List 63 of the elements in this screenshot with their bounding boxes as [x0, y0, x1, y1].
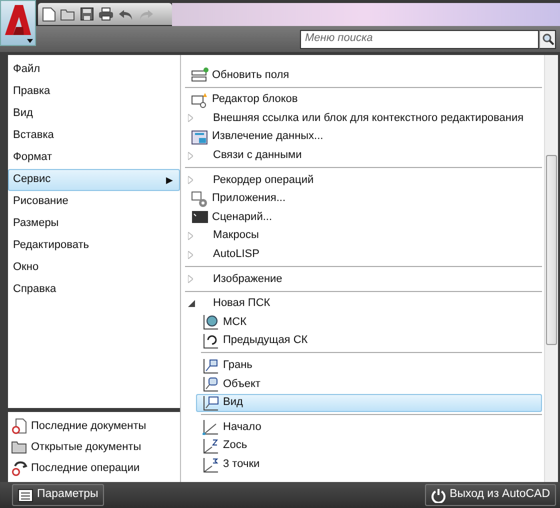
menu-item[interactable]: Вставка	[8, 125, 180, 147]
menu-item[interactable]: Сервис ▶	[8, 169, 180, 191]
submenu-item[interactable]: Редактор блоков	[185, 90, 542, 110]
ucs-previous-icon	[202, 333, 220, 350]
recent-item[interactable]: Последние документы	[8, 416, 180, 437]
submenu-item[interactable]: Рекордер операций	[185, 170, 542, 190]
clock-arrow-icon	[11, 460, 28, 477]
submenu-item[interactable]: AutoLISP	[185, 245, 542, 264]
submenu-item[interactable]: Новая ПСК	[185, 294, 542, 314]
submenu-item[interactable]: Сценарий...	[185, 208, 542, 227]
menu-item[interactable]: Файл	[8, 59, 180, 81]
submenu-item[interactable]: Макросы	[185, 226, 542, 246]
menu-item[interactable]: Вид	[8, 103, 180, 125]
exit-button[interactable]: Выход из AutoCAD	[424, 484, 556, 506]
save-icon[interactable]	[80, 7, 94, 21]
data-extraction-icon	[191, 129, 209, 146]
ucs-z-axis-icon	[202, 438, 220, 454]
ucs-object-icon	[202, 376, 220, 392]
submenu-item[interactable]: Обновить поля	[185, 66, 542, 85]
folder-icon	[11, 439, 28, 456]
options-button[interactable]: Параметры	[12, 484, 104, 506]
submenu-item[interactable]: Zось	[196, 436, 542, 456]
fields-icon	[191, 67, 209, 84]
ucs-globe-icon	[202, 314, 220, 330]
folder-icon[interactable]	[60, 8, 76, 20]
ucs-view-icon	[202, 394, 220, 411]
submenu-item[interactable]: Внешняя ссылка или блок для контекстного редактирования	[185, 109, 542, 128]
recent-item[interactable]: Последние операции	[8, 458, 180, 479]
submenu-item[interactable]: Объект	[196, 374, 542, 394]
submenu-item[interactable]: Предыдущая СК	[196, 332, 542, 350]
document-clock-icon	[11, 418, 28, 435]
ucs-face-icon	[202, 358, 220, 374]
new-document-icon[interactable]	[42, 6, 56, 22]
options-icon	[18, 488, 33, 502]
submenu-item[interactable]: МСК	[196, 313, 542, 332]
app-logo[interactable]	[0, 0, 36, 46]
search-button[interactable]	[539, 30, 556, 48]
menu-item[interactable]: Окно	[8, 257, 180, 279]
submenu-item[interactable]: Приложения...	[185, 190, 542, 208]
ucs-origin-icon	[202, 419, 220, 436]
block-editor-icon	[191, 92, 209, 108]
submenu-item[interactable]: Грань	[196, 356, 542, 375]
menu-item[interactable]: Редактировать	[8, 235, 180, 257]
submenu-item[interactable]: Изображение	[185, 270, 542, 289]
submenu-item[interactable]: Вид	[196, 394, 542, 412]
menu-item[interactable]: Справка	[8, 279, 180, 301]
recent-item[interactable]: Открытые документы	[8, 437, 180, 458]
terminal-icon	[191, 209, 209, 226]
menu-item[interactable]: Рисование	[8, 191, 180, 213]
submenu-item[interactable]: 3 точки	[196, 455, 542, 474]
submenu-item[interactable]: Извлечение данных...	[185, 128, 542, 146]
menu-item[interactable]: Формат	[8, 147, 180, 169]
ucs-three-points-icon	[202, 456, 220, 473]
search-field[interactable]: Меню поиска	[300, 30, 539, 48]
search-icon	[542, 33, 554, 45]
printer-icon[interactable]	[98, 7, 114, 21]
menu-item[interactable]: Размеры	[8, 213, 180, 235]
power-icon	[430, 488, 446, 502]
submenu-item[interactable]: Начало	[196, 418, 542, 437]
scrollbar[interactable]	[544, 55, 558, 482]
submenu-item[interactable]: Связи с данными	[185, 146, 542, 165]
undo-icon[interactable]	[118, 8, 134, 20]
menu-item[interactable]: Правка	[8, 81, 180, 103]
